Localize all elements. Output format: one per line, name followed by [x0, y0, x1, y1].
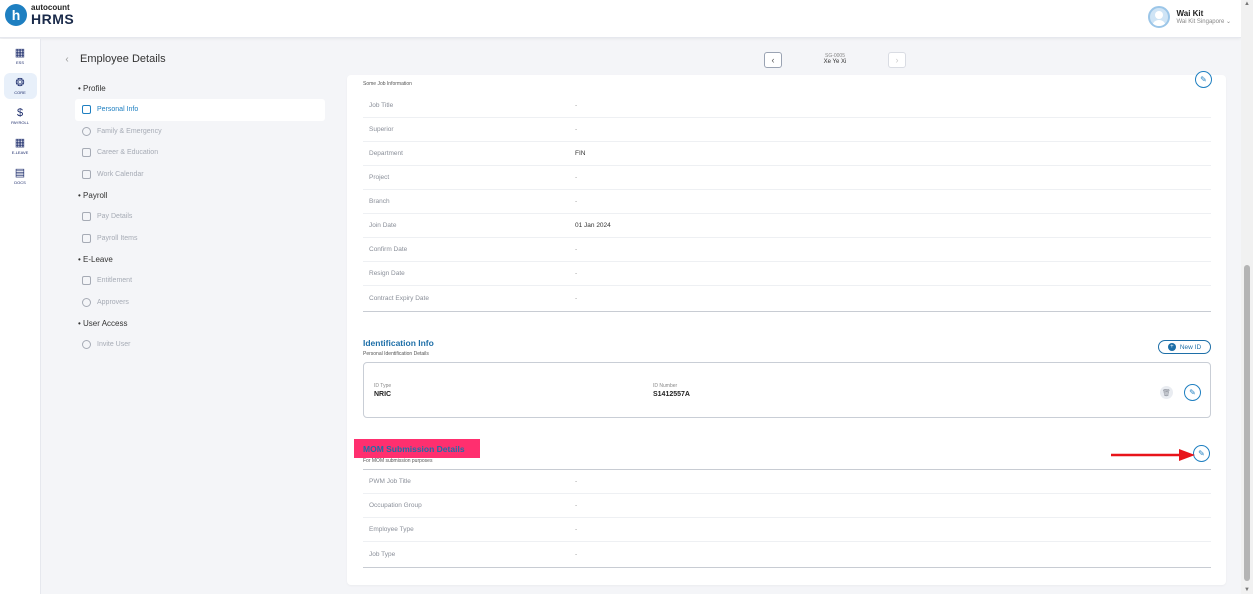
field-resign-date: Resign Date - — [363, 262, 1211, 286]
field-pwm-job-title: PWM Job Title - — [363, 470, 1211, 494]
scrollbar-thumb[interactable] — [1244, 265, 1250, 581]
edit-id-button[interactable]: ✎ — [1184, 384, 1201, 401]
docs-icon: ▤ — [14, 167, 26, 179]
edit-job-button[interactable]: ✎ — [1195, 71, 1212, 88]
new-id-button[interactable]: + New ID — [1158, 340, 1211, 354]
page-header: ‹ Employee Details — [60, 52, 166, 66]
delete-id-button[interactable]: 🗑 — [1160, 386, 1173, 399]
employee-name: Xe Ye Xi — [823, 59, 847, 66]
calendar-icon — [82, 276, 91, 286]
field-superior: Superior - — [363, 118, 1211, 142]
calendar-icon — [82, 169, 91, 179]
user-name: Wai Kit — [1176, 9, 1204, 18]
money-icon — [82, 212, 91, 222]
rail-label: DOCS — [14, 180, 26, 185]
ess-icon: ▦ — [14, 47, 26, 59]
mom-section-subtitle: For MOM submission purposes — [363, 458, 433, 464]
subnav-item-career-education[interactable]: Career & Education — [75, 142, 325, 164]
briefcase-icon — [82, 148, 91, 158]
field-contract-expiry-date: Contract Expiry Date - — [369, 294, 578, 302]
field-department: Department FIN — [363, 142, 1211, 166]
id-type-label: ID Type — [374, 383, 392, 389]
id-record-card: ID Type NRIC ID Number S1412557A 🗑 ✎ — [363, 362, 1211, 418]
plus-icon: + — [1167, 343, 1176, 351]
pencil-icon: ✎ — [1189, 388, 1196, 397]
rail-item-core[interactable]: ❂ CORE — [3, 73, 37, 99]
section-divider — [363, 567, 1211, 568]
job-section-subtitle: Some Job Information — [363, 81, 412, 87]
subnav-item-approvers[interactable]: Approvers — [75, 292, 325, 314]
subnav-section-eleave: • E-Leave — [78, 255, 113, 264]
dollar-icon: $ — [16, 107, 24, 119]
page-title: Employee Details — [80, 53, 166, 65]
core-icon: ❂ — [15, 77, 25, 89]
user-menu[interactable]: Wai Kit Wai Kit Singapore ⌄ — [1148, 6, 1231, 28]
user-icon — [82, 340, 91, 350]
mom-section-title: MOM Submission Details — [363, 444, 465, 454]
rail-label: ESS — [15, 60, 24, 65]
chevron-down-icon: ⌄ — [1225, 19, 1231, 25]
rail-label: E-LEAVE — [11, 150, 29, 155]
subnav-item-payroll-items[interactable]: Payroll Items — [75, 228, 325, 250]
scroll-down-icon: ▼ — [1244, 587, 1250, 593]
subnav-item-family-emergency[interactable]: Family & Emergency — [75, 121, 325, 143]
identification-title: Identification Info — [363, 338, 434, 348]
field-employee-type: Employee Type - — [363, 518, 1211, 542]
module-rail: ▦ ESS ❂ CORE $ PAYROLL ▦ E-LEAVE ▤ DOCS — [0, 39, 41, 594]
previous-employee-button[interactable]: ‹ — [764, 52, 782, 68]
list-icon — [82, 233, 91, 243]
section-divider — [363, 311, 1211, 312]
logo-big-text: HRMS — [31, 11, 75, 27]
calendar-icon: ▦ — [14, 137, 26, 149]
field-job-title: Job Title - — [363, 94, 1211, 118]
user-company: Wai Kit Singapore ⌄ — [1176, 19, 1231, 25]
edit-mom-button[interactable]: ✎ — [1193, 445, 1210, 462]
subnav-item-personal-info[interactable]: Personal Info — [75, 99, 325, 121]
rail-item-payroll[interactable]: $ PAYROLL — [4, 103, 37, 129]
logo-icon: h — [5, 4, 27, 26]
pencil-icon: ✎ — [1198, 449, 1205, 458]
rail-item-eleave[interactable]: ▦ E-LEAVE — [4, 133, 37, 159]
pencil-icon: ✎ — [1200, 75, 1207, 84]
user-icon — [82, 297, 91, 307]
subnav-section-user-access: • User Access — [78, 319, 128, 328]
id-number-value: S1412557A — [653, 390, 690, 398]
trash-icon: 🗑 — [1162, 389, 1171, 397]
subnav-section-profile: • Profile — [78, 84, 106, 93]
annotation-arrow-icon — [1111, 449, 1195, 461]
employee-navigator: ‹ SG-0005 Xe Ye Xi › — [764, 52, 906, 68]
field-join-date: Join Date 01 Jan 2024 — [363, 214, 1211, 238]
field-occupation-group: Occupation Group - — [363, 494, 1211, 518]
scroll-up-icon: ▲ — [1244, 1, 1250, 7]
rail-item-ess[interactable]: ▦ ESS — [4, 43, 37, 69]
page-scrollbar[interactable]: ▲ ▼ — [1241, 0, 1253, 594]
details-card: Some Job Information ✎ Job Title - Superi… — [347, 71, 1226, 585]
rail-label: CORE — [14, 90, 26, 95]
people-icon — [82, 126, 91, 136]
id-card-icon — [82, 105, 91, 115]
back-chevron-icon[interactable]: ‹ — [60, 52, 74, 66]
rail-item-docs[interactable]: ▤ DOCS — [4, 163, 37, 189]
subnav-item-entitlement[interactable]: Entitlement — [75, 270, 325, 292]
rail-label: PAYROLL — [11, 120, 29, 125]
app-logo[interactable]: h autocount HRMS — [5, 4, 74, 26]
top-bar: h autocount HRMS Wai Kit Wai Kit Singapo… — [0, 0, 1241, 38]
avatar — [1148, 6, 1171, 28]
subnav-item-invite-user[interactable]: Invite User — [75, 334, 325, 356]
employee-subnav: • Profile Personal Info Family & Emergen… — [75, 78, 325, 356]
next-employee-button[interactable]: › — [888, 52, 906, 68]
field-branch: Branch - — [363, 190, 1211, 214]
subnav-item-pay-details[interactable]: Pay Details — [75, 206, 325, 228]
id-type-value: NRIC — [374, 390, 392, 398]
identification-subtitle: Personal Identification Details — [363, 351, 429, 357]
field-confirm-date: Confirm Date - — [363, 238, 1211, 262]
field-job-type: Job Type - — [369, 550, 578, 558]
field-project: Project - — [363, 166, 1211, 190]
subnav-item-work-calendar[interactable]: Work Calendar — [75, 164, 325, 186]
subnav-section-payroll: • Payroll — [78, 191, 108, 200]
